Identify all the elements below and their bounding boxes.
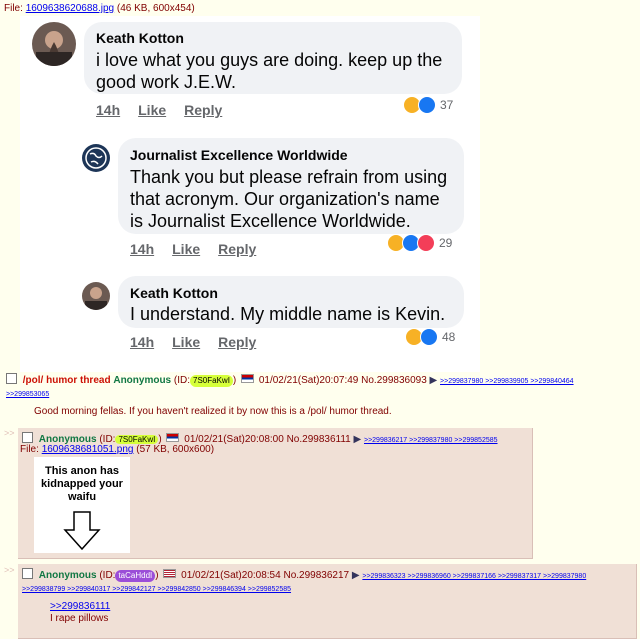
- reply-side-arrows: >>: [4, 428, 15, 438]
- reply-link[interactable]: Reply: [218, 334, 256, 350]
- avatar: [32, 22, 76, 66]
- comment-author[interactable]: Keath Kotton: [96, 30, 184, 46]
- love-icon: [417, 234, 435, 252]
- person-icon: [85, 287, 107, 310]
- like-link[interactable]: Like: [138, 102, 166, 118]
- post-date: 01/02/21(Sat)20:08:54: [181, 570, 281, 581]
- reaction-count[interactable]: 29: [387, 234, 452, 252]
- post-number[interactable]: No.299836111: [287, 434, 351, 445]
- reply-link[interactable]: Reply: [184, 102, 222, 118]
- post-date: 01/02/21(Sat)20:07:49: [258, 375, 359, 386]
- person-icon: [36, 31, 72, 66]
- op-message: Good morning fellas. If you haven't real…: [34, 406, 392, 417]
- post-checkbox[interactable]: [6, 373, 17, 384]
- down-arrow-icon: [63, 511, 101, 551]
- menu-arrow-icon[interactable]: ▶: [354, 434, 362, 445]
- avatar: [82, 282, 110, 310]
- post-checkbox[interactable]: [22, 432, 33, 443]
- timestamp[interactable]: 14h: [130, 334, 154, 350]
- comment-actions: 14h Like Reply: [130, 241, 274, 257]
- flag-icon: [166, 433, 180, 442]
- reply-link[interactable]: Reply: [218, 241, 256, 257]
- op-image[interactable]: Keath Kotton i love what you guys are do…: [20, 16, 480, 372]
- poster-name: Anonymous: [113, 375, 172, 386]
- op-post-header: /pol/ humor thread Anonymous (ID: 7S0FaKw…: [6, 373, 574, 398]
- comment-text: i love what you guys are doing. keep up …: [96, 50, 443, 92]
- globe-avatar: [82, 144, 110, 172]
- reply-thumbnail[interactable]: This anon has kidnapped your waifu: [34, 457, 130, 553]
- backlinks[interactable]: >>299836217 >>299837980 >>299852585: [364, 437, 498, 444]
- poster-id[interactable]: 7S0FaKwI: [115, 435, 159, 444]
- like-icon: [418, 96, 436, 114]
- menu-arrow-icon[interactable]: ▶: [352, 570, 360, 581]
- backlinks[interactable]: >>299836323 >>299836960 >>299837166 >>29…: [362, 573, 586, 580]
- flag-icon: [241, 374, 255, 383]
- comment-author[interactable]: Journalist Excellence Worldwide: [130, 147, 348, 163]
- quote-link[interactable]: >>299836111: [50, 601, 110, 613]
- like-link[interactable]: Like: [172, 241, 200, 257]
- poster-id[interactable]: 7S0FaKwI: [190, 375, 233, 387]
- post-checkbox[interactable]: [22, 568, 33, 579]
- comment-text: I understand. My middle name is Kevin.: [130, 304, 446, 324]
- reply-file-info: File: 1609638681051.png (57 KB, 600x600): [20, 444, 215, 455]
- comment-actions: 14h Like Reply: [96, 102, 240, 118]
- op-file-info: File: 1609638620688.jpg (46 KB, 600x454): [4, 3, 195, 14]
- reply-side-arrows: >>: [4, 565, 15, 575]
- comment-actions: 14h Like Reply: [130, 334, 274, 350]
- reaction-count[interactable]: 48: [405, 328, 455, 346]
- post-number[interactable]: No.299836217: [283, 570, 349, 581]
- menu-arrow-icon[interactable]: ▶: [430, 375, 438, 386]
- comment-author[interactable]: Keath Kotton: [130, 285, 218, 301]
- reply-message: >>299836111 I rape pillows: [50, 601, 111, 624]
- like-icon: [420, 328, 438, 346]
- globe-icon: [85, 147, 107, 169]
- backlinks[interactable]: >>299853065: [6, 391, 49, 398]
- poster-name: Anonymous: [38, 570, 97, 581]
- post-subject: /pol/ humor thread: [22, 375, 111, 386]
- op-file-link[interactable]: 1609638620688.jpg: [26, 3, 114, 14]
- timestamp[interactable]: 14h: [96, 102, 120, 118]
- post-number[interactable]: No.299836093: [361, 375, 427, 386]
- comment-text: Thank you but please refrain from using …: [130, 167, 448, 231]
- timestamp[interactable]: 14h: [130, 241, 154, 257]
- poster-id[interactable]: taCaHddI: [115, 570, 156, 582]
- like-link[interactable]: Like: [172, 334, 200, 350]
- reaction-count[interactable]: 37: [403, 96, 453, 114]
- backlinks[interactable]: >>299838799 >>299840317 >>299842127 >>29…: [22, 586, 291, 593]
- backlinks[interactable]: >>299837980 >>299839905 >>299840464: [440, 378, 574, 385]
- reply-file-link[interactable]: 1609638681051.png: [42, 444, 134, 455]
- flag-icon: [163, 569, 177, 578]
- reply-header: Anonymous (ID: taCaHddI) 01/02/21(Sat)20:…: [22, 568, 587, 593]
